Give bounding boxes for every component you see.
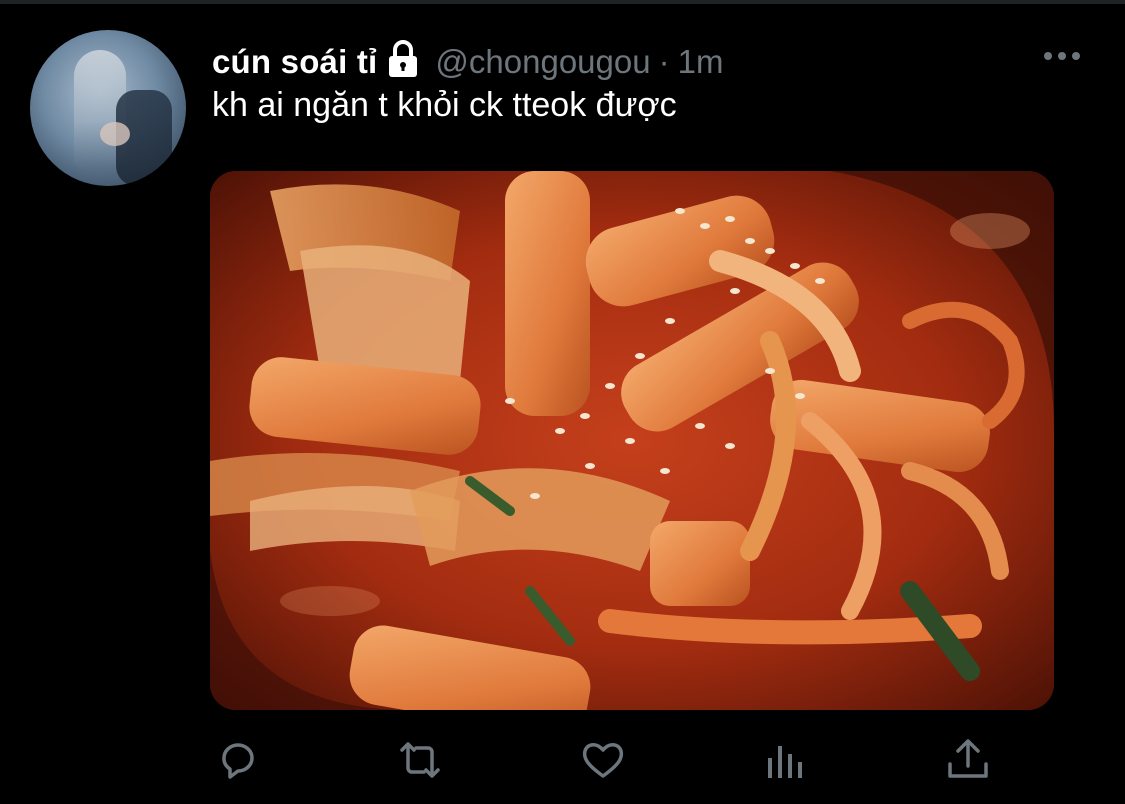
lock-icon — [385, 39, 421, 79]
separator-dot: · — [658, 43, 670, 80]
divider — [0, 0, 1125, 4]
tweet-text: kh ai ngăn t khỏi ck tteok được — [212, 86, 677, 124]
reply-icon[interactable] — [214, 736, 262, 784]
heart-icon[interactable] — [579, 736, 627, 784]
display-name[interactable]: cún soái tỉ — [212, 43, 377, 81]
analytics-icon[interactable] — [762, 736, 810, 784]
action-bar — [0, 736, 1125, 792]
avatar-figure — [100, 122, 130, 146]
tweet-photo[interactable] — [210, 171, 1054, 710]
avatar[interactable] — [30, 30, 186, 186]
more-dots-icon[interactable] — [1040, 44, 1084, 68]
retweet-icon[interactable] — [396, 736, 444, 784]
tweet[interactable]: cún soái tỉ @chongougou · 1m kh ai ngăn … — [0, 0, 1125, 804]
user-handle[interactable]: @chongougou — [435, 43, 650, 81]
share-icon[interactable] — [944, 736, 992, 784]
tweet-header: cún soái tỉ @chongougou · 1m — [212, 38, 723, 86]
timestamp[interactable]: 1m — [678, 43, 724, 81]
